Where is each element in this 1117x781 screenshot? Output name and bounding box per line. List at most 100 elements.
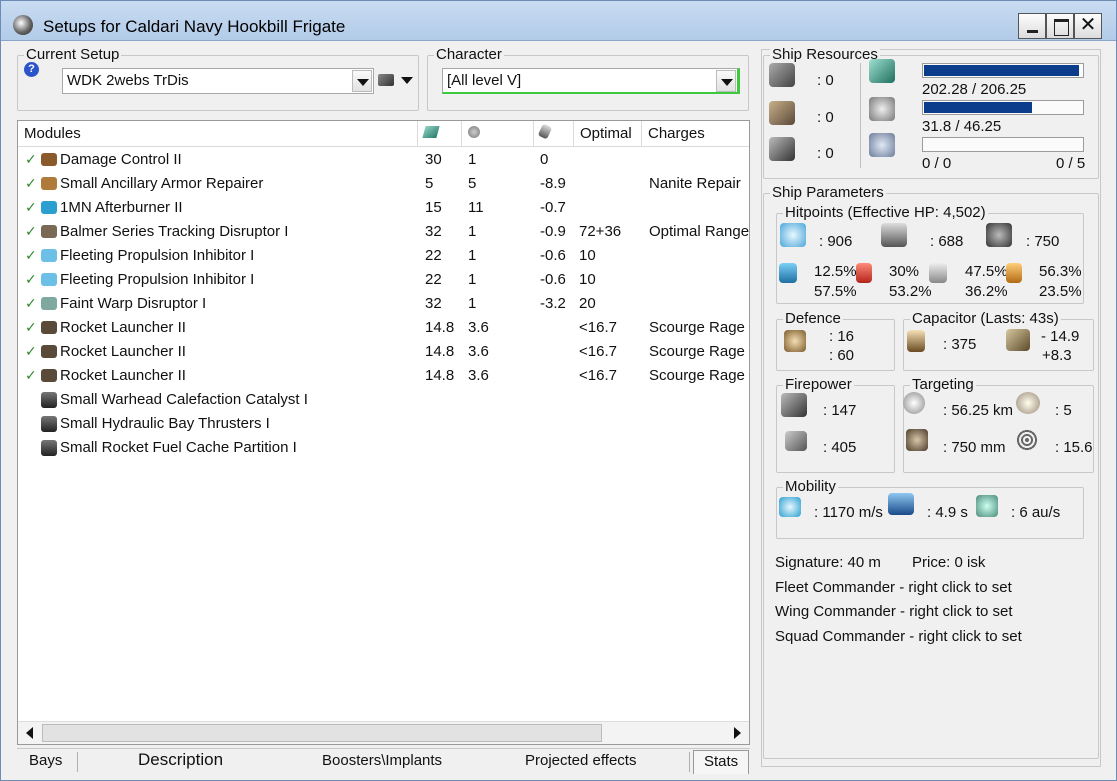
close-button[interactable]: ✕ — [1074, 13, 1102, 39]
targeting-range-icon — [903, 392, 925, 414]
help-icon[interactable]: ? — [24, 62, 39, 77]
module-name: Small Hydraulic Bay Thrusters I — [60, 415, 270, 432]
wing-commander[interactable]: Wing Commander - right click to set — [775, 603, 1013, 620]
scan-resolution: : 750 mm — [943, 439, 1006, 456]
module-optimal: 72+36 — [579, 223, 622, 240]
repair-icon — [784, 330, 806, 352]
tab-bays[interactable]: Bays — [29, 752, 62, 769]
module-row[interactable]: ✓ Balmer Series Tracking Disruptor I 32 1 -0… — [18, 220, 750, 244]
thermal-resist-armor: 53.2% — [889, 283, 932, 300]
current-setup-group: Current Setup ? WDK 2webs TrDis — [17, 46, 419, 111]
title-bar[interactable]: Setups for Caldari Navy Hookbill Frigate… — [1, 1, 1116, 41]
fitted-check-icon: ✓ — [25, 367, 37, 383]
fitted-check-icon: ✓ — [25, 151, 37, 167]
modules-list[interactable]: Modules Optimal Charges ✓ Damage Control … — [17, 120, 750, 745]
wand-icon[interactable] — [378, 74, 394, 86]
ship-resources-label: Ship Resources — [770, 46, 880, 63]
module-name: Fleeting Propulsion Inhibitor I — [60, 271, 255, 288]
module-row[interactable]: ✓ Faint Warp Disruptor I 32 1 -3.2 20 — [18, 292, 749, 316]
capacitor-delta-use: - 14.9 — [1041, 328, 1080, 345]
signature-radius: Signature: 40 m — [775, 554, 881, 571]
module-row[interactable]: ✓ Rocket Launcher II 14.8 3.6 <16.7 Scourge R… — [18, 340, 749, 364]
tab-boosters-implants[interactable]: Boosters\Implants — [322, 752, 442, 769]
column-header-powergrid[interactable] — [462, 121, 534, 147]
chevron-down-icon[interactable] — [352, 70, 372, 92]
thermal-resist-icon — [856, 263, 872, 283]
module-charges: Scourge Rage — [649, 367, 745, 384]
explosive-resist-armor: 23.5% — [1039, 283, 1082, 300]
module-cap: -3.2 — [540, 295, 566, 312]
module-pg: 5 — [468, 175, 477, 192]
current-setup-label: Current Setup — [24, 46, 122, 63]
squad-commander[interactable]: Squad Commander - right click to set — [775, 628, 1022, 645]
firepower-volley: : 405 — [823, 439, 857, 456]
defence-value-a: : 16 — [829, 328, 855, 345]
tracking-disruptor-icon — [41, 225, 57, 238]
module-optimal: 20 — [579, 295, 596, 312]
column-header-optimal[interactable]: Optimal — [574, 121, 642, 147]
modules-header: Modules Optimal Charges — [18, 121, 749, 147]
tab-projected-effects[interactable]: Projected effects — [525, 752, 636, 769]
em-resist-icon — [779, 263, 797, 283]
tab-description[interactable]: Description — [138, 750, 223, 770]
module-row[interactable]: Small Hydraulic Bay Thrusters I — [18, 412, 749, 436]
chevron-down-icon[interactable] — [716, 70, 736, 92]
calibration-usage: 0 / 0 — [922, 155, 952, 172]
calibration-bar — [922, 137, 1084, 152]
module-name: Small Ancillary Armor Repairer — [60, 175, 264, 192]
scrollbar-thumb[interactable] — [42, 724, 602, 742]
module-row[interactable]: ✓ Small Ancillary Armor Repairer 5 5 -8.9 Nan… — [18, 172, 749, 196]
align-time: : 4.9 s — [927, 504, 968, 521]
rig-icon — [41, 392, 57, 408]
kinetic-resist-shield: 47.5% — [965, 263, 1008, 280]
turret-hardpoints: : 0 — [817, 72, 834, 89]
warp-speed-icon — [976, 495, 998, 517]
module-charges: Optimal Range — [649, 223, 750, 240]
module-row[interactable]: ✓ Damage Control II 30 1 0 — [18, 148, 749, 172]
column-header-cpu[interactable] — [418, 121, 462, 147]
module-row[interactable]: ✓ Rocket Launcher II 14.8 3.6 <16.7 Scourge R… — [18, 364, 749, 388]
module-row[interactable]: ✓ Fleeting Propulsion Inhibitor I 22 1 -0.6 1… — [18, 244, 749, 268]
maximize-button[interactable] — [1046, 13, 1074, 39]
minimize-button[interactable] — [1018, 13, 1046, 39]
fitted-check-icon: ✓ — [25, 247, 37, 263]
app-icon — [13, 15, 33, 35]
column-header-charges[interactable]: Charges — [642, 121, 749, 147]
module-row[interactable]: ✓ 1MN Afterburner II 15 11 -0.7 — [18, 196, 749, 220]
module-cpu: 14.8 — [425, 367, 455, 384]
rig-icon — [41, 440, 57, 456]
module-cap: -0.6 — [540, 247, 566, 264]
module-cap: 0 — [540, 151, 549, 168]
module-pg: 1 — [468, 271, 477, 288]
module-row[interactable]: Small Rocket Fuel Cache Partition I — [18, 436, 749, 460]
turret-hardpoint-icon — [769, 63, 795, 87]
module-name: Rocket Launcher II — [60, 367, 186, 384]
thermal-resist-shield: 30% — [889, 263, 920, 280]
scroll-right-icon[interactable] — [726, 723, 748, 743]
dropdown-menu-icon[interactable] — [401, 77, 413, 84]
module-cap: -8.9 — [540, 175, 566, 192]
sensor-strength: : 15.6 — [1055, 439, 1093, 456]
module-cpu: 5 — [425, 175, 434, 192]
setup-select[interactable]: WDK 2webs TrDis — [62, 68, 374, 94]
fitted-check-icon: ✓ — [25, 343, 37, 359]
module-cpu: 15 — [425, 199, 442, 216]
fleet-commander[interactable]: Fleet Commander - right click to set — [775, 579, 1012, 596]
sensor-strength-icon — [1016, 429, 1038, 451]
module-pg: 1 — [468, 223, 477, 240]
firepower-dps: : 147 — [823, 402, 857, 419]
horizontal-scrollbar[interactable] — [18, 721, 749, 744]
character-select[interactable]: [All level V] — [442, 68, 740, 94]
module-row[interactable]: ✓ Rocket Launcher II 14.8 3.6 <16.7 Scourge R… — [18, 316, 749, 340]
signature-resolution-icon — [906, 429, 928, 451]
column-header-capacitor[interactable] — [534, 121, 574, 147]
web-icon — [41, 273, 57, 286]
module-row[interactable]: Small Warhead Calefaction Catalyst I — [18, 388, 749, 412]
module-row[interactable]: ✓ Fleeting Propulsion Inhibitor I 22 1 -0.6 1… — [18, 268, 749, 292]
max-targets: : 5 — [1055, 402, 1072, 419]
afterburner-icon — [41, 201, 57, 214]
column-header-modules[interactable]: Modules — [18, 121, 418, 147]
scroll-left-icon[interactable] — [19, 723, 41, 743]
tab-stats[interactable]: Stats — [693, 750, 750, 774]
cpu-icon — [869, 59, 895, 83]
